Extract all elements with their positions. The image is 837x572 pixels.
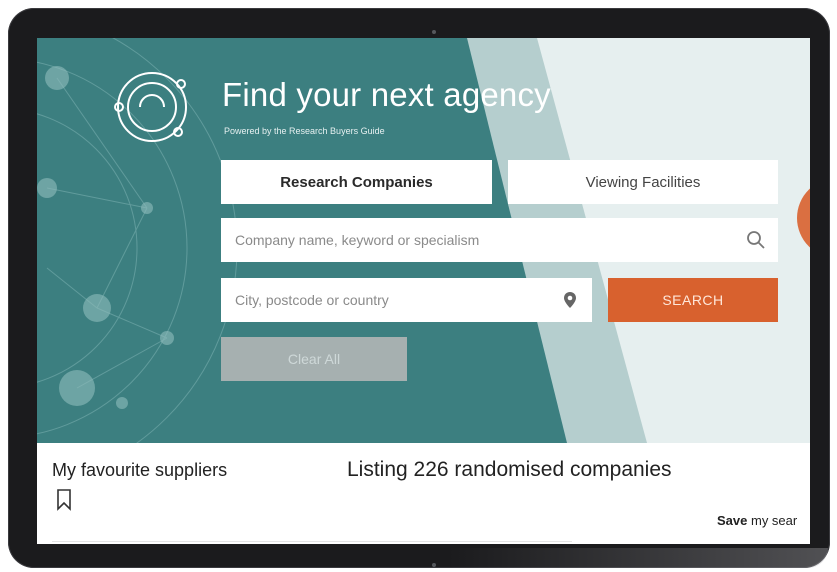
- agency-finder-logo: [114, 72, 187, 142]
- tab-research-companies[interactable]: Research Companies: [221, 160, 492, 204]
- bookmark-icon[interactable]: [56, 489, 72, 511]
- company-search-input[interactable]: [221, 218, 778, 262]
- clear-all-button[interactable]: Clear All: [221, 337, 407, 381]
- page-subtitle: Powered by the Research Buyers Guide: [224, 126, 385, 136]
- hero-banner: Find your next agency Powered by the Res…: [37, 38, 810, 443]
- camera-dot: [432, 30, 436, 34]
- screen: Find your next agency Powered by the Res…: [37, 38, 810, 544]
- tab-viewing-facilities[interactable]: Viewing Facilities: [508, 160, 778, 204]
- search-icon[interactable]: [746, 230, 766, 250]
- favourites-heading: My favourite suppliers: [52, 460, 228, 480]
- results-section: My favourite suppliers Listing 226 rando…: [37, 443, 810, 544]
- location-input[interactable]: [221, 278, 592, 322]
- search-button[interactable]: SEARCH: [608, 278, 778, 322]
- save-search-link[interactable]: Save my sear: [717, 513, 797, 528]
- map-pin-icon: [564, 292, 576, 308]
- divider: [52, 541, 572, 542]
- home-indicator: [432, 563, 436, 567]
- save-search-rest: my sear: [747, 513, 798, 528]
- frame-glare: [448, 548, 828, 568]
- listing-heading: Listing 226 randomised companies: [347, 458, 672, 481]
- save-search-bold: Save: [717, 513, 748, 528]
- location-field: [221, 278, 592, 322]
- company-search-field: [221, 218, 778, 262]
- page-title: Find your next agency: [222, 76, 551, 113]
